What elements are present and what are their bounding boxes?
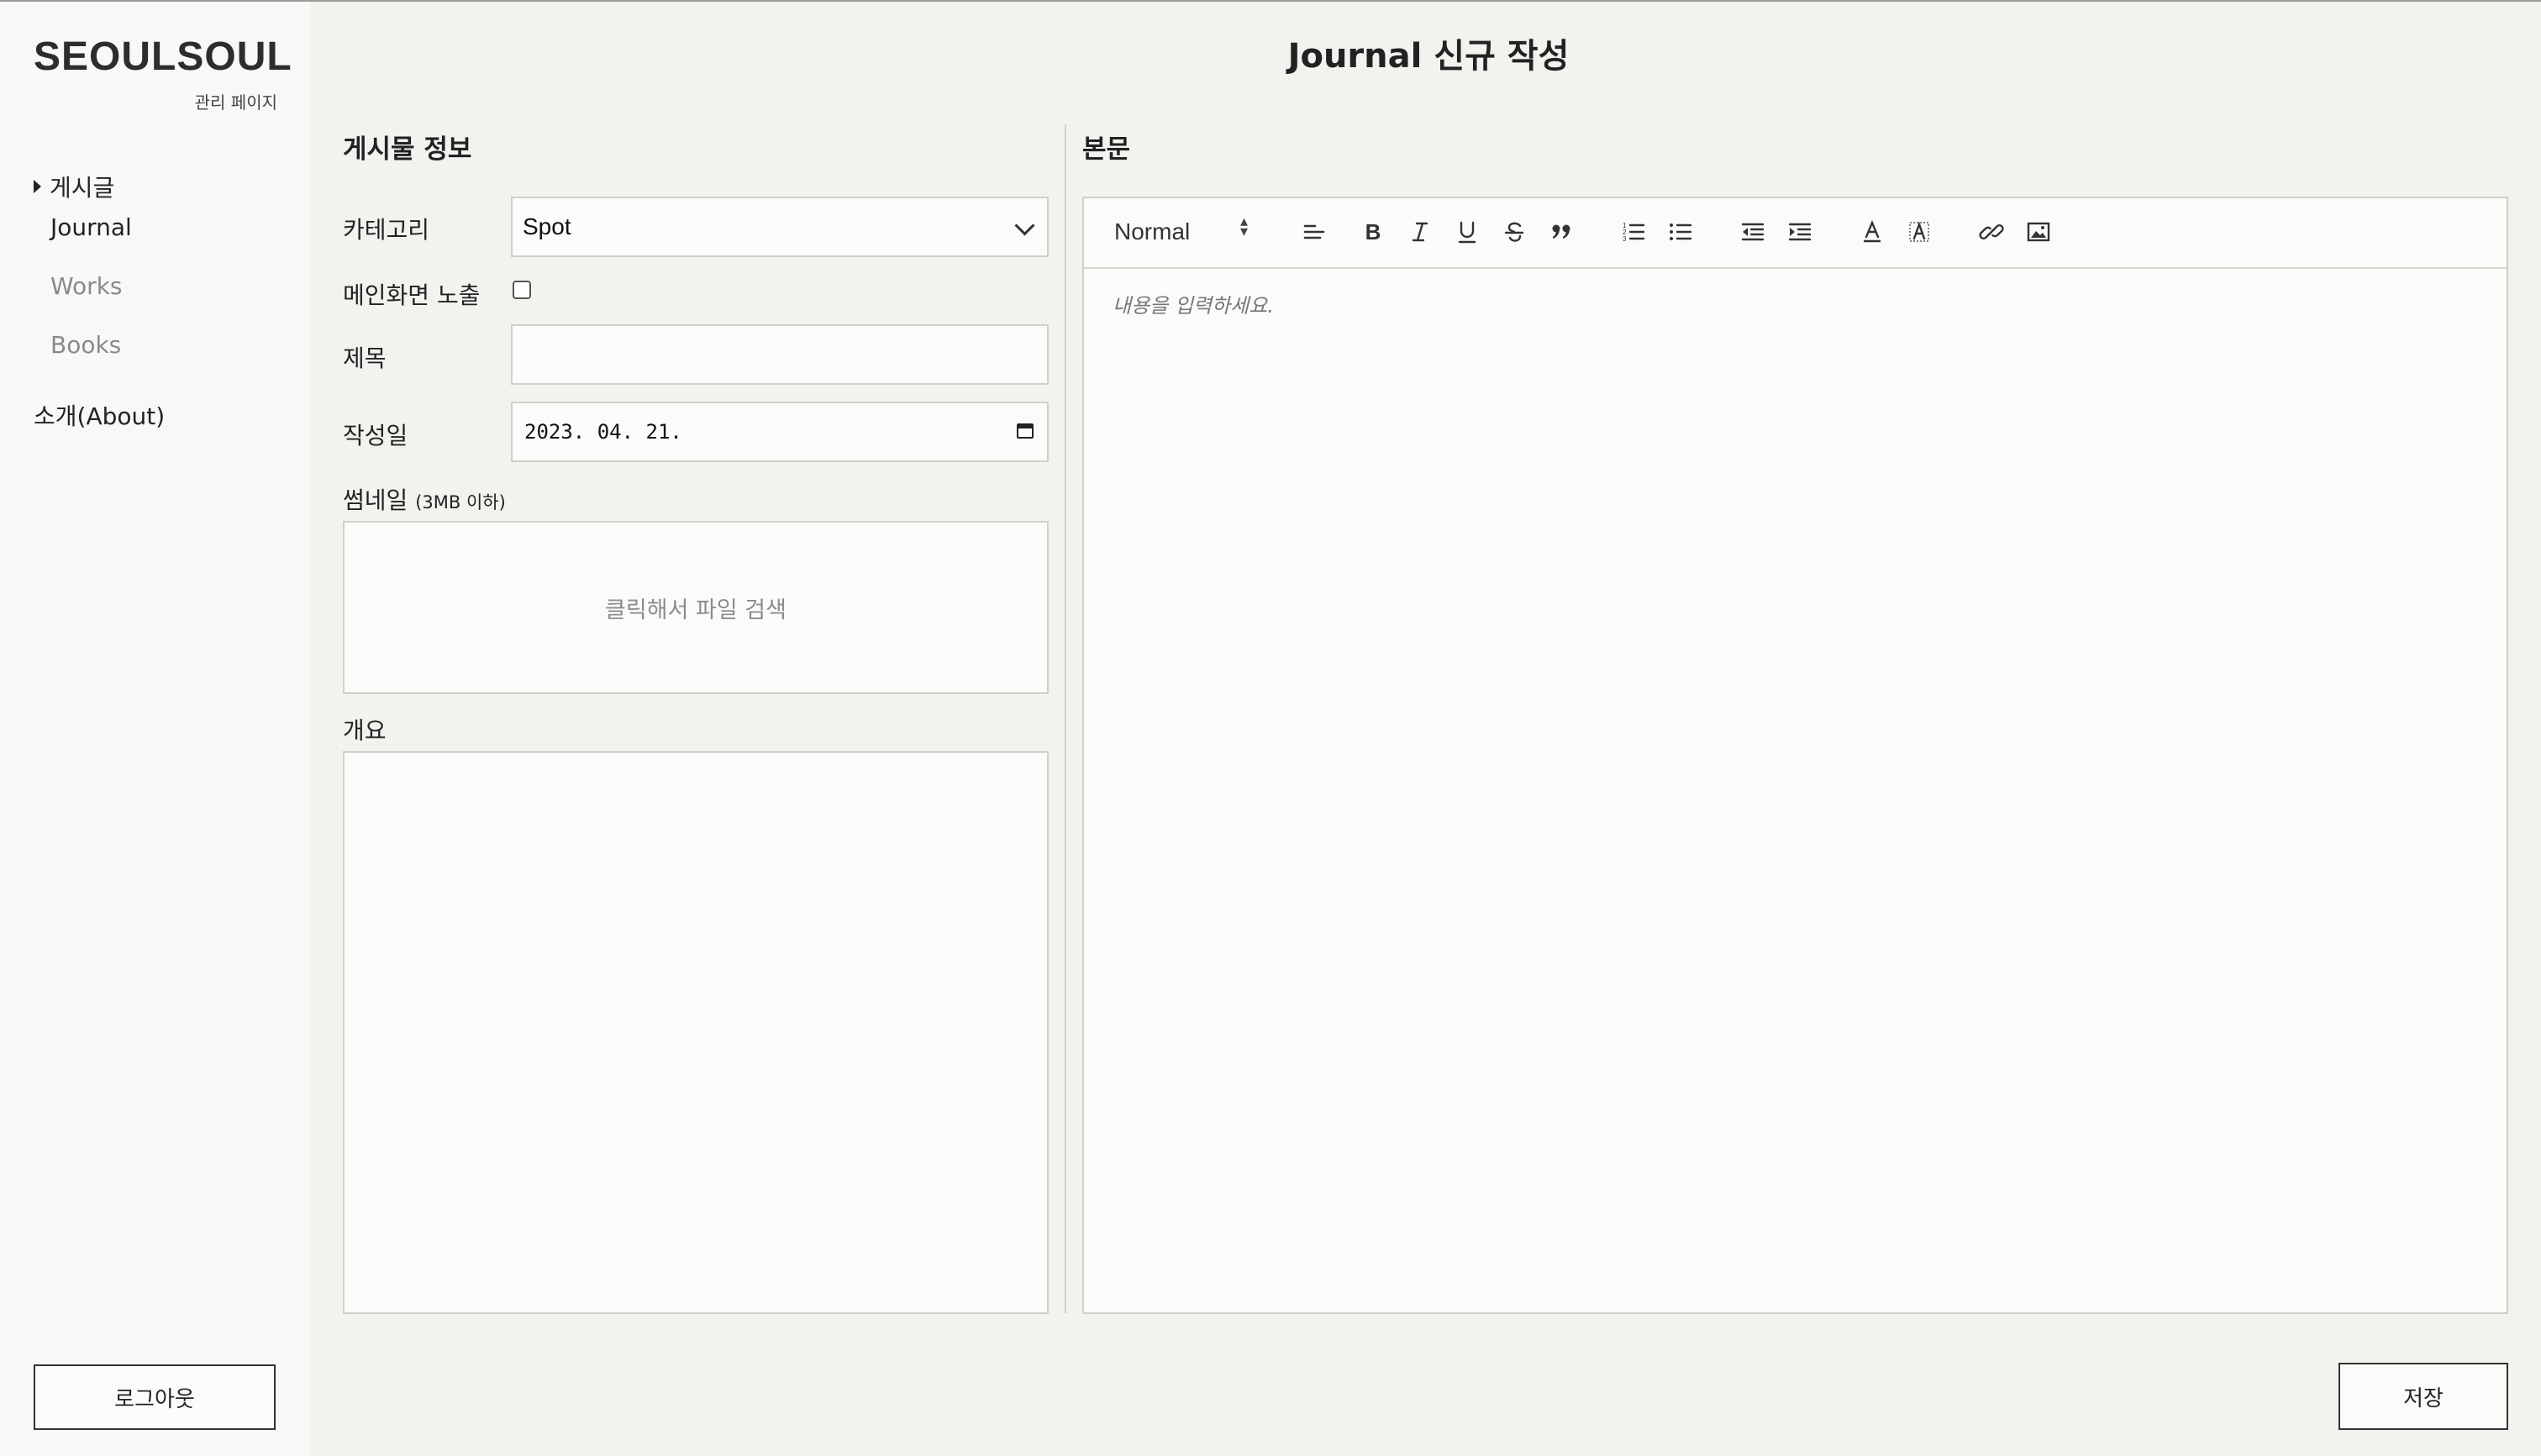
sidebar-item-journal[interactable]: Journal xyxy=(50,213,132,241)
rich-text-editor: Normal ▴ ▾ B 123 내용을 입력하세요. xyxy=(1082,197,2508,1314)
strike-icon[interactable] xyxy=(1499,217,1529,247)
category-select[interactable]: Spot xyxy=(511,197,1049,257)
main-display-label: 메인화면 노출 xyxy=(343,281,481,309)
italic-icon[interactable] xyxy=(1405,217,1435,247)
thumbnail-label: 썸네일 (3MB 이하) xyxy=(343,482,506,516)
page-title: Journal 신규 작성 xyxy=(1287,37,1570,76)
logout-button[interactable]: 로그아웃 xyxy=(34,1364,276,1430)
sidebar-item-books[interactable]: Books xyxy=(50,331,121,359)
select-arrows-icon[interactable]: ▴ ▾ xyxy=(1240,214,1248,239)
image-icon[interactable] xyxy=(2023,217,2054,247)
outdent-icon[interactable] xyxy=(1738,217,1768,247)
title-input[interactable] xyxy=(511,324,1049,385)
nav-group-posts: 게시글 xyxy=(34,170,114,203)
link-icon[interactable] xyxy=(1976,217,2007,247)
text-color-icon[interactable] xyxy=(1857,217,1887,247)
svg-text:B: B xyxy=(1365,219,1381,244)
bullet-list-icon[interactable] xyxy=(1665,217,1696,247)
body-heading: 본문 xyxy=(1082,134,1131,165)
top-border xyxy=(0,0,2541,2)
ordered-list-icon[interactable]: 123 xyxy=(1618,217,1649,247)
thumbnail-upload-hint: 클릭해서 파일 검색 xyxy=(605,597,786,623)
category-select-value: Spot xyxy=(523,213,571,239)
editor-placeholder[interactable]: 내용을 입력하세요. xyxy=(1113,289,1274,318)
sidebar: SEOULSOUL 관리 페이지 게시글 Journal Works Books… xyxy=(0,2,309,1456)
format-select[interactable]: Normal xyxy=(1114,218,1190,245)
date-label: 작성일 xyxy=(343,422,408,449)
summary-label: 개요 xyxy=(343,717,387,744)
summary-textarea[interactable] xyxy=(343,751,1049,1314)
title-label: 제목 xyxy=(343,344,387,372)
underline-icon[interactable] xyxy=(1452,217,1482,247)
brand-logo[interactable]: SEOULSOUL xyxy=(34,34,292,80)
save-button[interactable]: 저장 xyxy=(2338,1363,2508,1430)
bold-icon[interactable]: B xyxy=(1358,217,1388,247)
category-label: 카테고리 xyxy=(343,216,430,244)
column-divider xyxy=(1065,124,1066,1313)
brand-subtitle: 관리 페이지 xyxy=(194,92,277,113)
blockquote-icon[interactable] xyxy=(1546,217,1576,247)
caret-right-icon xyxy=(34,180,41,193)
sidebar-item-works[interactable]: Works xyxy=(50,272,123,300)
thumbnail-upload-area[interactable]: 클릭해서 파일 검색 xyxy=(343,521,1049,694)
align-left-icon[interactable] xyxy=(1299,217,1329,247)
date-input-value: 2023. 04. 21. xyxy=(524,420,682,444)
thumbnail-label-text: 썸네일 xyxy=(343,486,408,514)
svg-text:3: 3 xyxy=(1623,235,1627,243)
chevron-down-icon xyxy=(1014,215,1035,236)
thumbnail-size-note: (3MB 이하) xyxy=(415,492,506,512)
background-color-icon[interactable] xyxy=(1904,217,1934,247)
editor-toolbar: Normal ▴ ▾ B 123 xyxy=(1084,198,2507,269)
sidebar-item-about[interactable]: 소개(About) xyxy=(34,398,165,432)
nav-group-label: 게시글 xyxy=(50,174,115,202)
post-info-heading: 게시물 정보 xyxy=(343,134,472,165)
calendar-icon[interactable] xyxy=(1017,423,1034,439)
indent-icon[interactable] xyxy=(1785,217,1815,247)
nav-group-posts-toggle[interactable]: 게시글 xyxy=(34,170,114,203)
date-input[interactable]: 2023. 04. 21. xyxy=(511,402,1049,462)
main-display-checkbox[interactable] xyxy=(513,281,531,299)
